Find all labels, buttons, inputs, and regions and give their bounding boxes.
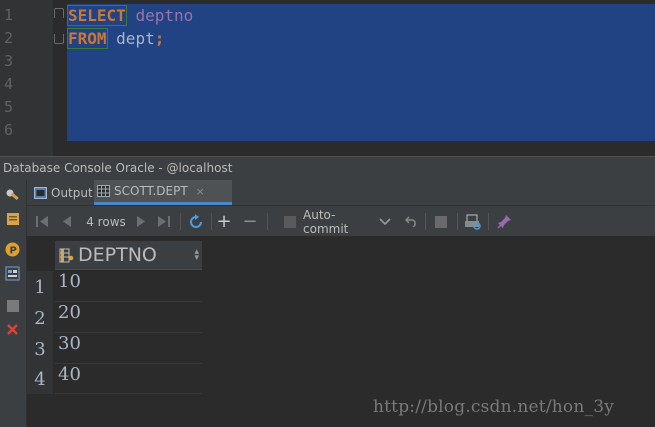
- watermark: http://blog.csdn.net/hon_3y: [373, 397, 615, 417]
- code-line-1[interactable]: SELECT deptno: [67, 5, 194, 26]
- toolbar-separator: [488, 213, 489, 230]
- table-icon: [97, 185, 110, 197]
- line-number: 6: [4, 121, 14, 139]
- layout-icon[interactable]: [5, 266, 20, 281]
- tab-label: Output: [51, 185, 93, 200]
- svg-text:P: P: [10, 246, 17, 257]
- sql-identifier: deptno: [135, 6, 194, 25]
- row-number[interactable]: 2: [27, 302, 53, 333]
- first-page-icon[interactable]: [35, 213, 49, 230]
- sort-icon[interactable]: ▴ ▾: [194, 248, 199, 263]
- fold-end-icon[interactable]: [54, 34, 64, 44]
- toolbar-separator: [425, 213, 426, 230]
- stop-icon[interactable]: [5, 298, 20, 313]
- row-number[interactable]: 1: [27, 271, 53, 303]
- row-count: 4 rows: [86, 214, 126, 229]
- undo-icon[interactable]: [404, 213, 418, 230]
- row-number[interactable]: 3: [27, 333, 53, 364]
- parameters-icon[interactable]: P: [5, 242, 20, 257]
- toolbar-separator: [267, 213, 268, 230]
- line-number: 4: [4, 75, 14, 93]
- toolbar-separator: [211, 213, 212, 230]
- autocommit-label[interactable]: Auto-commit: [303, 208, 377, 236]
- next-page-icon[interactable]: [135, 213, 147, 230]
- table-cell[interactable]: 30: [55, 333, 202, 364]
- editor-gutter: 1 2 3 4 5 6: [0, 0, 53, 156]
- editor-icon[interactable]: [5, 211, 20, 226]
- statement-terminator: ;: [154, 29, 165, 48]
- sql-keyword: SELECT: [67, 5, 127, 26]
- last-page-icon[interactable]: [157, 213, 171, 230]
- print-preview-icon[interactable]: [464, 213, 482, 230]
- tab-output[interactable]: Output: [31, 180, 94, 205]
- row-number[interactable]: 4: [27, 364, 53, 394]
- line-number: 3: [4, 52, 14, 70]
- table-cell[interactable]: 40: [55, 364, 202, 394]
- table-cell[interactable]: 10: [55, 271, 202, 302]
- sql-identifier: dept: [116, 29, 155, 48]
- line-number: 2: [4, 29, 14, 47]
- settings-tools-icon[interactable]: [5, 188, 20, 203]
- close-icon[interactable]: [5, 322, 20, 337]
- column-header-deptno[interactable]: DEPTNO ▴ ▾: [55, 241, 202, 270]
- console-tab-bar: Output SCOTT.DEPT ×: [27, 180, 655, 206]
- line-number: 5: [4, 98, 14, 116]
- add-row-button[interactable]: +: [216, 211, 231, 232]
- toolbar-separator: [457, 213, 458, 230]
- sql-keyword: FROM: [67, 28, 108, 49]
- column-header-label: DEPTNO: [78, 244, 157, 266]
- refresh-icon[interactable]: [187, 213, 205, 230]
- tab-label: SCOTT.DEPT: [114, 184, 188, 198]
- console-icon: [34, 186, 47, 199]
- code-line-2[interactable]: FROM dept;: [67, 28, 165, 49]
- close-tab-icon[interactable]: ×: [196, 185, 205, 198]
- previous-page-icon[interactable]: [60, 213, 72, 230]
- console-title-bar: Database Console Oracle - @localhost: [0, 156, 655, 180]
- toolbar-separator: [180, 213, 181, 230]
- pin-icon[interactable]: [496, 213, 512, 230]
- delete-row-button[interactable]: −: [242, 211, 257, 232]
- console-title: Database Console Oracle - @localhost: [3, 161, 233, 175]
- fold-start-icon[interactable]: [54, 8, 64, 18]
- table-cell[interactable]: 20: [55, 302, 202, 333]
- console-side-toolbar: P: [0, 180, 27, 427]
- line-number: 1: [4, 6, 14, 24]
- result-toolbar: 4 rows + − Auto-commit: [27, 206, 655, 237]
- cancel-query-icon[interactable]: [434, 213, 448, 230]
- primary-key-column-icon: [59, 248, 74, 262]
- chevron-down-icon[interactable]: [379, 213, 391, 230]
- sql-editor[interactable]: 1 2 3 4 5 6 SELECT deptno FROM dept;: [0, 0, 655, 156]
- tab-scott-dept[interactable]: SCOTT.DEPT ×: [94, 180, 232, 205]
- autocommit-checkbox[interactable]: [283, 213, 297, 230]
